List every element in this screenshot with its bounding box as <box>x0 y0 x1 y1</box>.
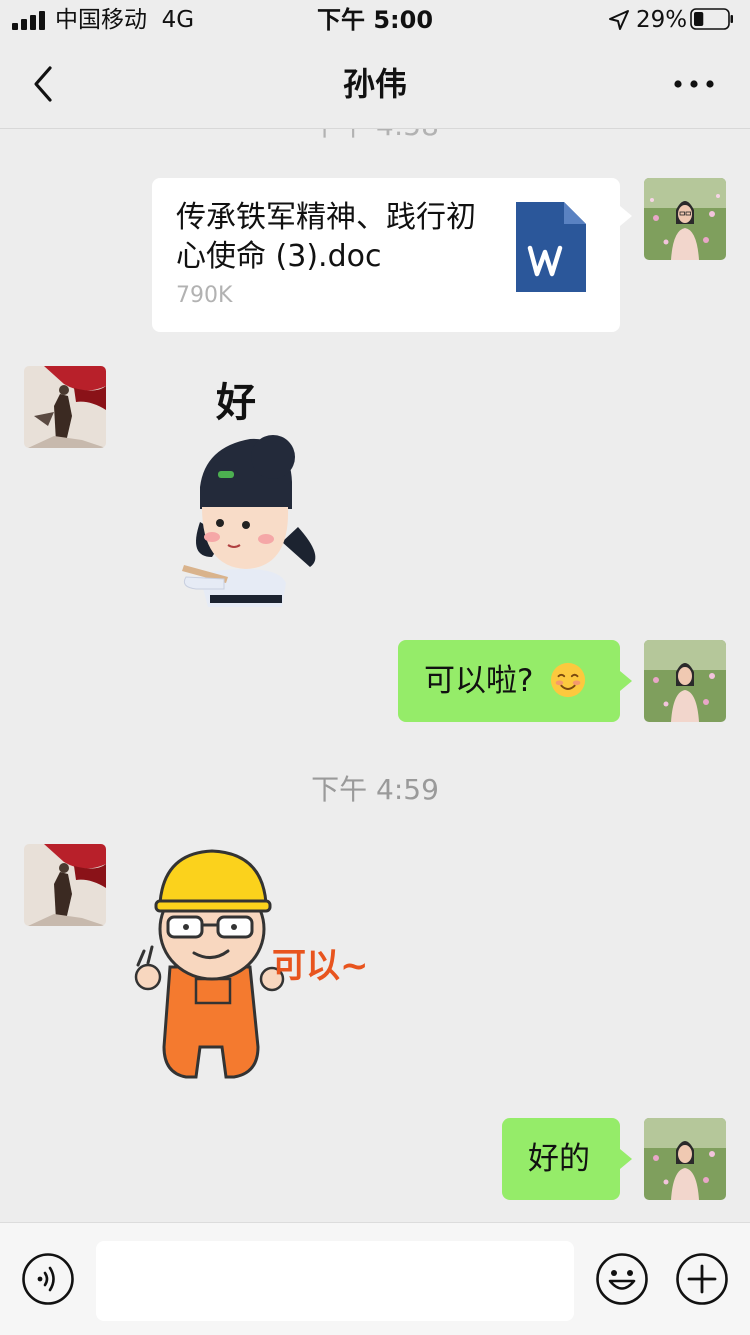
message-text: 可以啦? <box>424 663 534 699</box>
sticker-hao[interactable]: 好 <box>170 377 330 607</box>
sticker-caption: 可以~ <box>272 946 369 986</box>
self-avatar[interactable] <box>644 178 726 260</box>
file-name: 传承铁军精神、践行初心使命 (3).doc <box>176 200 476 274</box>
smile-icon[interactable] <box>595 1252 649 1306</box>
more-icon[interactable] <box>672 76 716 92</box>
voice-icon[interactable] <box>21 1252 75 1306</box>
message-text: 好的 <box>528 1141 590 1177</box>
file-size: 790K <box>176 283 233 308</box>
plus-icon[interactable] <box>675 1252 729 1306</box>
nav-bar: 孙伟 <box>0 40 750 129</box>
location-arrow-icon <box>609 10 629 30</box>
scholar-character-icon <box>182 435 316 607</box>
message-input[interactable] <box>96 1241 574 1321</box>
message-bubble[interactable]: 好的 <box>502 1118 632 1200</box>
battery-percent: 29% <box>636 7 688 33</box>
construction-worker-icon <box>134 849 285 1079</box>
message-bubble[interactable]: 可以啦? <box>398 640 632 722</box>
sticker-keyi[interactable]: 可以~ <box>130 847 380 1087</box>
sticker-caption: 好 <box>216 380 256 426</box>
smiling-face-emoji-icon <box>551 662 586 698</box>
input-bar <box>0 1222 750 1335</box>
file-message-bubble[interactable]: 传承铁军精神、践行初心使命 (3).doc 790K <box>152 178 632 332</box>
self-avatar[interactable] <box>644 640 726 722</box>
status-bar: 中国移动 4G 下午 5:00 29% <box>0 0 750 40</box>
timestamp-separator: 下午 4:58 <box>0 129 750 143</box>
contact-avatar[interactable] <box>24 844 106 926</box>
self-avatar[interactable] <box>644 1118 726 1200</box>
chat-area[interactable]: 下午 4:58 传承铁军精神、践行初心使命 (3).doc 790K 好 <box>0 129 750 1222</box>
chat-title: 孙伟 <box>342 65 407 103</box>
battery-icon <box>690 8 733 30</box>
timestamp-separator: 下午 4:59 <box>311 773 439 806</box>
contact-avatar[interactable] <box>24 366 106 448</box>
word-doc-icon <box>516 202 586 292</box>
